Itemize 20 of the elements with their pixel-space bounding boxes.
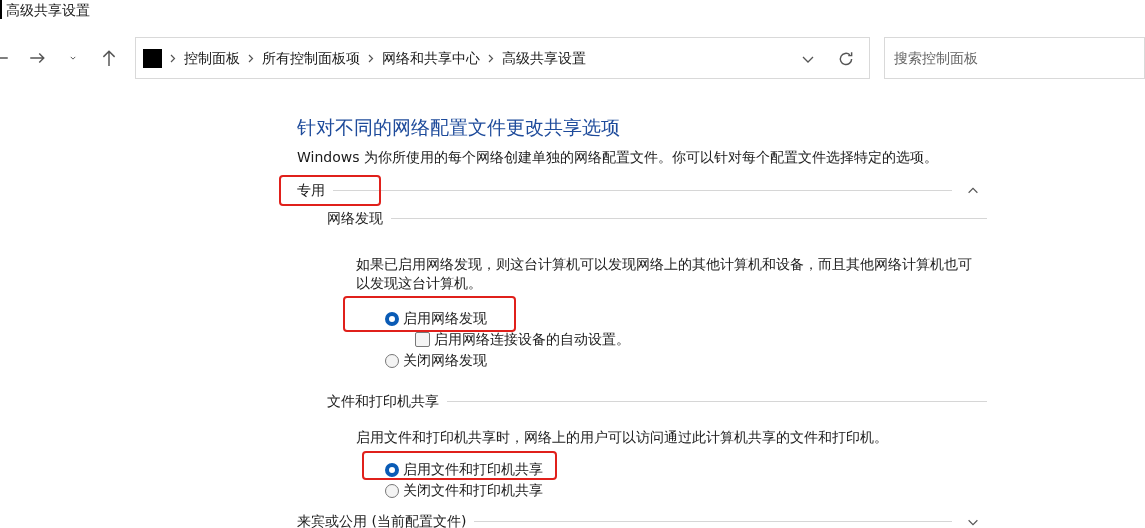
group-title: 网络发现 bbox=[327, 208, 383, 228]
group-description: 启用文件和打印机共享时，网络上的用户可以访问通过此计算机共享的文件和打印机。 bbox=[356, 428, 889, 447]
group-description: 如果已启用网络发现，则这台计算机可以发现网络上的其他计算机和设备，而且其他网络计算机也可以发现这台计算机。 bbox=[356, 255, 973, 293]
description-text: Windows 为你所使用的每个网络创建单独的网络配置文件。你可以针对每个配置文件选择特定的选项。 bbox=[297, 148, 939, 167]
breadcrumb-item[interactable]: 控制面板 bbox=[184, 47, 241, 69]
address-bar[interactable]: 控制面板 所有控制面板项 网络和共享中心 高级共享设置 bbox=[135, 37, 871, 79]
search-field[interactable]: 搜索控制面板 bbox=[884, 37, 1145, 79]
radio-option[interactable]: 关闭网络发现 bbox=[385, 350, 487, 371]
radio-option[interactable]: 启用文件和打印机共享 bbox=[385, 459, 543, 480]
profile-header[interactable]: 来宾或公用 (当前配置文件) bbox=[297, 510, 467, 528]
window-title: 高级共享设置 bbox=[0, 0, 90, 19]
checkbox-option[interactable]: 启用网络连接设备的自动设置。 bbox=[415, 329, 630, 350]
breadcrumb-item[interactable]: 网络和共享中心 bbox=[382, 47, 481, 69]
profile-header[interactable]: 专用 bbox=[297, 179, 325, 201]
page-heading: 针对不同的网络配置文件更改共享选项 bbox=[297, 115, 621, 140]
radio-option[interactable]: 启用网络发现 bbox=[385, 308, 487, 329]
breadcrumb-item[interactable]: 高级共享设置 bbox=[502, 47, 587, 69]
group-title: 文件和打印机共享 bbox=[327, 391, 439, 411]
radio-option[interactable]: 关闭文件和打印机共享 bbox=[385, 480, 543, 501]
breadcrumb-item[interactable]: 所有控制面板项 bbox=[262, 47, 361, 69]
